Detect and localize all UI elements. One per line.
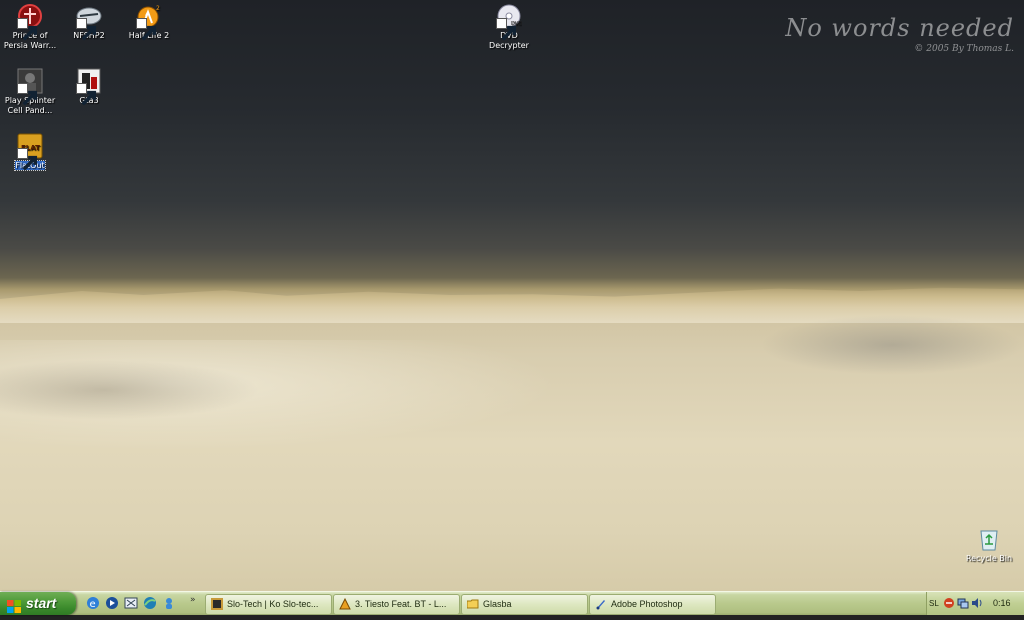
taskbar-button-glasba[interactable]: Glasba — [461, 594, 588, 615]
shortcut-arrow-icon — [136, 18, 157, 41]
shortcut-arrow-icon — [17, 18, 38, 41]
desktop-icon-flatout[interactable]: FLAT FlatOut — [0, 133, 60, 171]
task-label: Slo-Tech | Ko Slo-tec... — [227, 599, 319, 609]
quick-launch-chevron[interactable]: » — [190, 595, 196, 605]
watermark-title: No words needed — [785, 14, 1014, 42]
photoshop-icon — [595, 598, 607, 610]
shortcut-arrow-icon — [496, 18, 517, 41]
shortcut-arrow-icon — [17, 148, 38, 171]
internet-explorer-icon[interactable]: e — [86, 596, 100, 610]
recycle-bin-icon — [976, 526, 1002, 552]
wallpaper-watermark: No words needed © 2005 By Thomas L. — [785, 14, 1014, 54]
shortcut-arrow-icon — [17, 83, 38, 106]
volume-tray-icon[interactable] — [971, 597, 983, 609]
nfshp2-icon — [76, 3, 102, 41]
desktop-icon-prince-of-persia[interactable]: Prince of Persia Warr... — [0, 3, 60, 51]
gta3-icon — [76, 68, 102, 106]
start-label: start — [26, 595, 57, 611]
slotech-icon — [211, 598, 223, 610]
desktop-icon-dvd-decrypter[interactable]: DVD DVD Decrypter — [479, 3, 539, 51]
antivirus-tray-icon[interactable] — [943, 597, 955, 609]
prince-of-persia-icon — [17, 3, 43, 41]
shortcut-arrow-icon — [76, 18, 97, 41]
browser-icon[interactable] — [143, 596, 157, 610]
desktop-icon-gta3[interactable]: Gta3 — [59, 68, 119, 106]
folder-icon — [467, 598, 479, 610]
media-player-icon[interactable] — [105, 596, 119, 610]
half-life-icon: 2 — [136, 3, 162, 41]
taskbar-button-photoshop[interactable]: Adobe Photoshop — [589, 594, 716, 615]
rocks-left — [0, 360, 260, 420]
desktop-icon-splinter-cell[interactable]: Play Splinter Cell Pand... — [0, 68, 60, 116]
shortcut-arrow-icon — [76, 83, 97, 106]
taskbar: start e » Slo-Tech | Ko Slo-tec... 3. Ti… — [0, 591, 1024, 615]
taskbar-button-winamp[interactable]: 3. Tiesto Feat. BT - L... — [333, 594, 460, 615]
task-label: 3. Tiesto Feat. BT - L... — [355, 599, 447, 609]
start-button[interactable]: start — [0, 592, 76, 615]
flatout-icon: FLAT — [17, 133, 43, 171]
system-tray: SL 0:16 — [926, 592, 1024, 615]
desktop-icon-nfshp2[interactable]: NFSHP2 — [59, 3, 119, 41]
svg-text:2: 2 — [156, 5, 160, 12]
watermark-credit: © 2005 By Thomas L. — [914, 44, 1014, 54]
icon-label: Recycle Bin — [965, 554, 1013, 563]
svg-text:e: e — [90, 599, 96, 610]
rocks-right — [760, 315, 1024, 375]
splinter-cell-icon — [17, 68, 43, 106]
winamp-icon — [339, 598, 351, 610]
desktop-background: No words needed © 2005 By Thomas L. Prin… — [0, 0, 1024, 591]
show-desktop-icon[interactable] — [124, 596, 138, 610]
task-label: Adobe Photoshop — [611, 599, 683, 609]
clock[interactable]: 0:16 — [993, 592, 1011, 615]
windows-logo-icon — [7, 597, 21, 613]
desktop-icon-recycle-bin[interactable]: Recycle Bin — [959, 526, 1019, 564]
task-label: Glasba — [483, 599, 512, 609]
language-indicator[interactable]: SL — [929, 592, 939, 615]
desktop-icon-half-life-2[interactable]: 2 Half-Life 2 — [119, 3, 179, 41]
messenger-icon[interactable] — [162, 596, 176, 610]
taskbar-button-slotech[interactable]: Slo-Tech | Ko Slo-tec... — [205, 594, 332, 615]
network-tray-icon[interactable] — [957, 597, 969, 609]
dvd-icon: DVD — [496, 3, 522, 41]
